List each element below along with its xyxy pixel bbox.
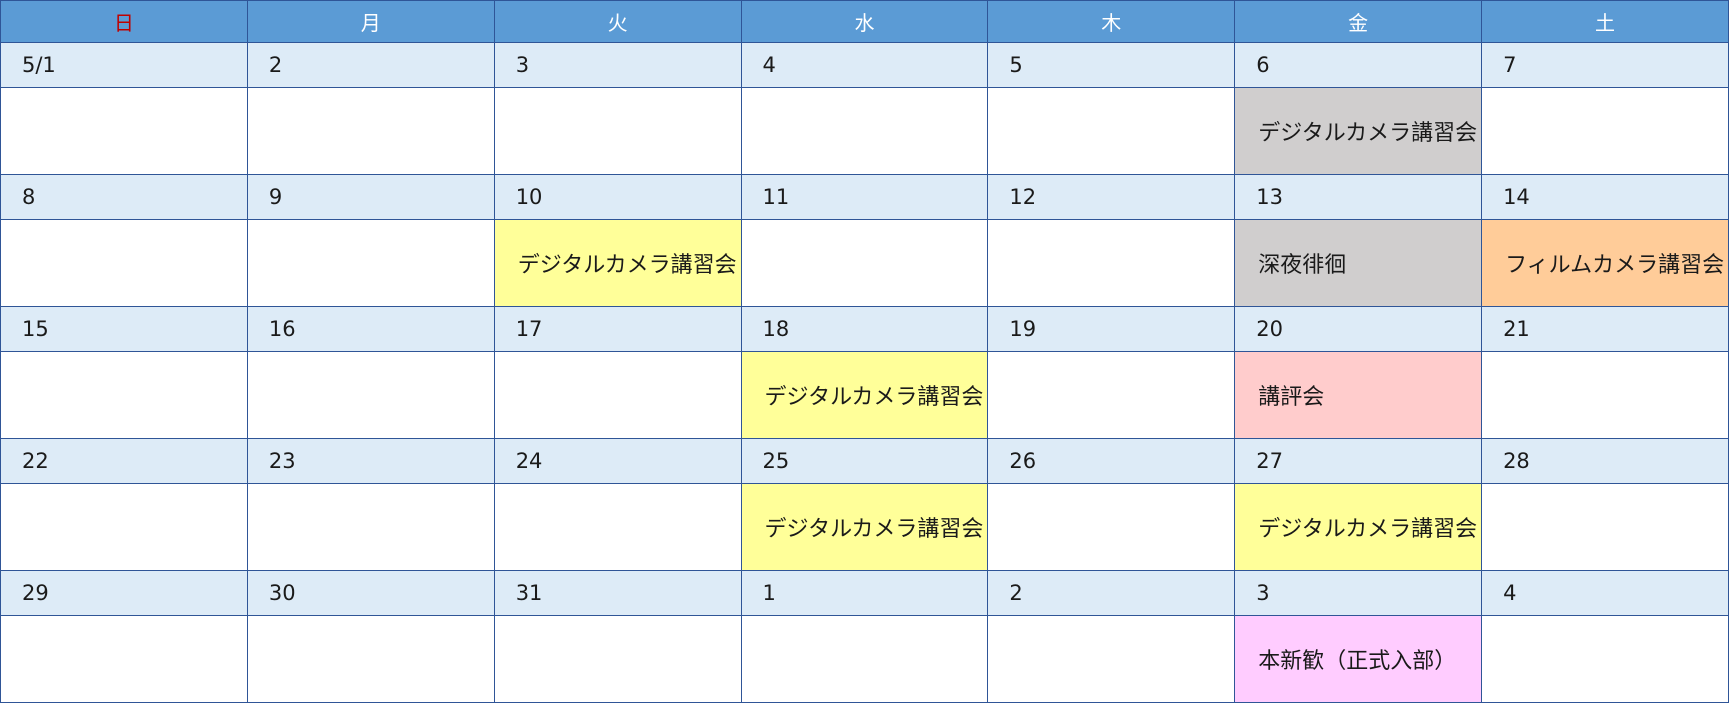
- event-cell[interactable]: 本新歓（正式入部）: [1234, 615, 1483, 703]
- date-cell[interactable]: 2: [246, 42, 495, 88]
- empty-event-cell[interactable]: [246, 351, 495, 439]
- event-cell[interactable]: デジタルカメラ講習会: [740, 483, 989, 571]
- calendar-grid: 日 月 火 水 木 金 土 5/1 2 3 4 5 6 7 デジタルカメラ講習会 8 9 10 11 1…: [0, 0, 1729, 703]
- event-cell[interactable]: フィルムカメラ講習会: [1481, 219, 1729, 307]
- empty-event-cell[interactable]: [246, 219, 495, 307]
- date-row: 8 9 10 11 12 13 14: [0, 174, 1729, 220]
- date-cell[interactable]: 26: [987, 438, 1236, 484]
- event-cell[interactable]: 深夜徘徊: [1234, 219, 1483, 307]
- weekday-header-row: 日 月 火 水 木 金 土: [0, 0, 1729, 43]
- empty-event-cell[interactable]: [493, 87, 742, 175]
- date-cell[interactable]: 5: [987, 42, 1236, 88]
- empty-event-cell[interactable]: [246, 483, 495, 571]
- date-cell[interactable]: 8: [0, 174, 248, 220]
- date-row: 29 30 31 1 2 3 4: [0, 570, 1729, 616]
- date-cell[interactable]: 19: [987, 306, 1236, 352]
- event-row: 本新歓（正式入部）: [0, 615, 1729, 703]
- empty-event-cell[interactable]: [987, 351, 1236, 439]
- empty-event-cell[interactable]: [0, 351, 248, 439]
- date-cell[interactable]: 25: [740, 438, 989, 484]
- event-row: デジタルカメラ講習会 深夜徘徊 フィルムカメラ講習会: [0, 219, 1729, 307]
- empty-event-cell[interactable]: [0, 615, 248, 703]
- empty-event-cell[interactable]: [987, 87, 1236, 175]
- event-row: デジタルカメラ講習会: [0, 87, 1729, 175]
- date-cell[interactable]: 17: [493, 306, 742, 352]
- date-row: 5/1 2 3 4 5 6 7: [0, 42, 1729, 88]
- calendar-body: 5/1 2 3 4 5 6 7 デジタルカメラ講習会 8 9 10 11 12 13 14 デジタルカメラ講習…: [0, 42, 1729, 703]
- empty-event-cell[interactable]: [493, 351, 742, 439]
- empty-event-cell[interactable]: [1481, 483, 1729, 571]
- empty-event-cell[interactable]: [246, 615, 495, 703]
- date-cell[interactable]: 16: [246, 306, 495, 352]
- empty-event-cell[interactable]: [1481, 87, 1729, 175]
- empty-event-cell[interactable]: [740, 615, 989, 703]
- date-cell[interactable]: 6: [1234, 42, 1483, 88]
- date-cell[interactable]: 31: [493, 570, 742, 616]
- date-cell[interactable]: 29: [0, 570, 248, 616]
- empty-event-cell[interactable]: [1481, 351, 1729, 439]
- date-cell[interactable]: 15: [0, 306, 248, 352]
- weekday-tue: 火: [493, 0, 742, 43]
- date-cell[interactable]: 2: [987, 570, 1236, 616]
- weekday-sat: 土: [1481, 0, 1729, 43]
- date-cell[interactable]: 3: [1234, 570, 1483, 616]
- date-cell[interactable]: 1: [740, 570, 989, 616]
- date-row: 15 16 17 18 19 20 21: [0, 306, 1729, 352]
- weekday-thu: 木: [987, 0, 1236, 43]
- empty-event-cell[interactable]: [246, 87, 495, 175]
- empty-event-cell[interactable]: [987, 219, 1236, 307]
- empty-event-cell[interactable]: [987, 615, 1236, 703]
- date-cell[interactable]: 5/1: [0, 42, 248, 88]
- event-row: デジタルカメラ講習会 デジタルカメラ講習会: [0, 483, 1729, 571]
- event-cell[interactable]: デジタルカメラ講習会: [740, 351, 989, 439]
- weekday-fri: 金: [1234, 0, 1483, 43]
- date-cell[interactable]: 28: [1481, 438, 1729, 484]
- date-cell[interactable]: 14: [1481, 174, 1729, 220]
- date-cell[interactable]: 24: [493, 438, 742, 484]
- empty-event-cell[interactable]: [987, 483, 1236, 571]
- empty-event-cell[interactable]: [493, 615, 742, 703]
- date-cell[interactable]: 27: [1234, 438, 1483, 484]
- event-row: デジタルカメラ講習会 講評会: [0, 351, 1729, 439]
- weekday-wed: 水: [740, 0, 989, 43]
- empty-event-cell[interactable]: [0, 219, 248, 307]
- event-cell[interactable]: デジタルカメラ講習会: [493, 219, 742, 307]
- date-cell[interactable]: 22: [0, 438, 248, 484]
- date-cell[interactable]: 3: [493, 42, 742, 88]
- weekday-mon: 月: [246, 0, 495, 43]
- empty-event-cell[interactable]: [1481, 615, 1729, 703]
- date-cell[interactable]: 30: [246, 570, 495, 616]
- date-cell[interactable]: 9: [246, 174, 495, 220]
- date-cell[interactable]: 12: [987, 174, 1236, 220]
- weekday-sun: 日: [0, 0, 248, 43]
- date-cell[interactable]: 23: [246, 438, 495, 484]
- date-cell[interactable]: 13: [1234, 174, 1483, 220]
- date-cell[interactable]: 4: [1481, 570, 1729, 616]
- date-cell[interactable]: 20: [1234, 306, 1483, 352]
- empty-event-cell[interactable]: [740, 87, 989, 175]
- empty-event-cell[interactable]: [493, 483, 742, 571]
- date-cell[interactable]: 10: [493, 174, 742, 220]
- date-cell[interactable]: 7: [1481, 42, 1729, 88]
- empty-event-cell[interactable]: [0, 483, 248, 571]
- event-cell[interactable]: 講評会: [1234, 351, 1483, 439]
- event-cell[interactable]: デジタルカメラ講習会: [1234, 483, 1483, 571]
- date-row: 22 23 24 25 26 27 28: [0, 438, 1729, 484]
- date-cell[interactable]: 18: [740, 306, 989, 352]
- empty-event-cell[interactable]: [740, 219, 989, 307]
- empty-event-cell[interactable]: [0, 87, 248, 175]
- date-cell[interactable]: 21: [1481, 306, 1729, 352]
- event-cell[interactable]: デジタルカメラ講習会: [1234, 87, 1483, 175]
- date-cell[interactable]: 11: [740, 174, 989, 220]
- date-cell[interactable]: 4: [740, 42, 989, 88]
